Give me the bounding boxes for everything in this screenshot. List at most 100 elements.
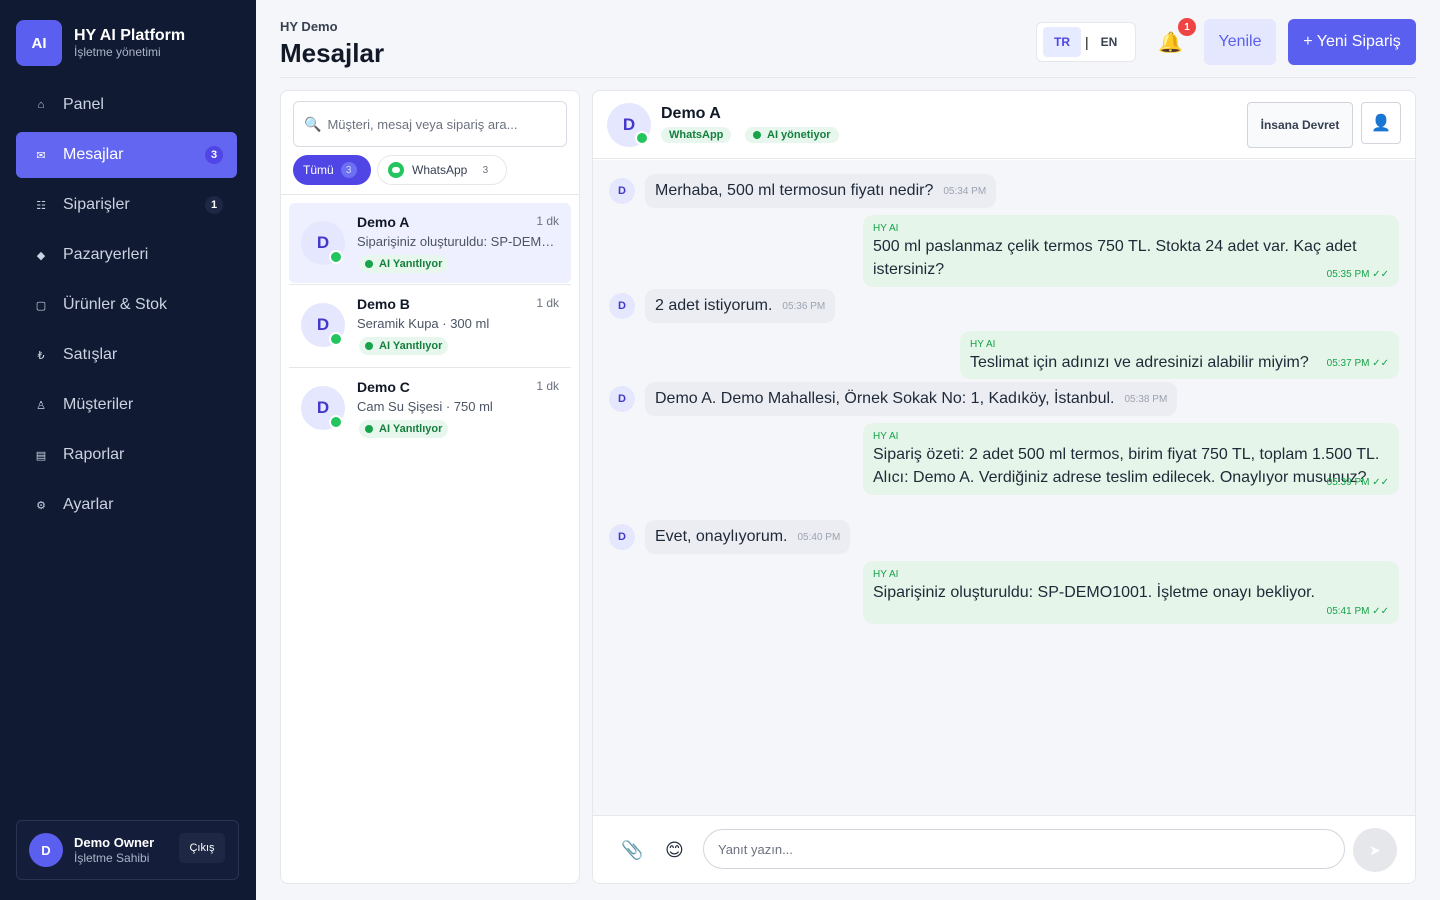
avatar: D	[609, 178, 635, 204]
channel-badge: WhatsApp	[661, 127, 732, 143]
gear-icon: ⚙	[36, 499, 46, 512]
sidebar-item-label: Ayarlar	[63, 496, 114, 513]
brand: AI HY AI Platform İşletme yönetimi	[16, 20, 185, 66]
conversation-preview: Seramik Kupa · 300 ml	[357, 316, 490, 331]
message-text: Demo A. Demo Mahallesi, Örnek Sokak No: …	[655, 390, 1115, 407]
conversation-time: 1 dk	[536, 296, 559, 310]
conversation-item[interactable]: D Demo A 1 dk Siparişiniz oluşturuldu: S…	[289, 203, 571, 283]
breadcrumb: HY Demo	[280, 19, 338, 34]
whatsapp-icon	[329, 332, 343, 346]
ai-status-label: AI Yanıtlıyor	[379, 258, 443, 270]
whatsapp-icon	[329, 250, 343, 264]
list-divider	[281, 194, 579, 195]
sidebar-item-raporlar[interactable]: ▤ Raporlar	[16, 432, 237, 478]
incoming-message: D 2 adet istiyorum. 05:36 PM	[609, 289, 836, 323]
filter-whatsapp-chip[interactable]: WhatsApp 3	[377, 155, 507, 185]
new-order-button[interactable]: + Yeni Sipariş	[1288, 19, 1416, 65]
incoming-message: D Evet, onaylıyorum. 05:40 PM	[609, 520, 851, 554]
conversation-name: Demo A	[357, 214, 410, 230]
search-icon: 🔍	[304, 115, 322, 132]
sidebar-item-urunler-stok[interactable]: ▢ Ürünler & Stok	[16, 282, 237, 328]
conversation-time: 1 dk	[536, 379, 559, 393]
avatar: D	[29, 833, 63, 867]
sidebar-item-siparisler[interactable]: ☷ Siparişler 1	[16, 182, 237, 228]
sender-label: HY AI	[873, 223, 899, 234]
home-icon: ⌂	[37, 99, 45, 111]
message-composer: 📎 😊 ➤	[593, 815, 1415, 883]
page-title: Mesajlar	[280, 38, 385, 68]
sidebar-item-mesajlar[interactable]: ✉ Mesajlar 3	[16, 132, 237, 178]
list-icon: ☷	[36, 199, 46, 212]
send-icon[interactable]: ➤	[1353, 828, 1397, 872]
messages-count-badge: 3	[205, 146, 223, 164]
ai-status-label: AI yönetiyor	[767, 129, 831, 141]
lang-en-button[interactable]: EN	[1101, 35, 1118, 49]
sidebar-item-musteriler[interactable]: ♙ Müşteriler	[16, 382, 237, 428]
status-dot-icon	[753, 131, 761, 139]
sidebar: AI HY AI Platform İşletme yönetimi ⌂ Pan…	[0, 0, 256, 900]
ai-status-badge: AI Yanıtlıyor	[359, 255, 449, 273]
chat-contact-name: Demo A	[661, 105, 721, 122]
sidebar-nav: ⌂ Panel ✉ Mesajlar 3 ☷ Siparişler 1 ◆ Pa…	[16, 82, 237, 532]
refresh-button[interactable]: Yenile	[1204, 19, 1276, 65]
conversation-preview: Siparişiniz oluşturuldu: SP-DEMO1001. İş…	[357, 234, 557, 249]
search-box: 🔍	[293, 101, 567, 147]
message-time: 05:37 PM ✓✓	[1326, 358, 1389, 369]
search-input[interactable]	[327, 116, 548, 132]
sidebar-item-satislar[interactable]: ₺ Satışlar	[16, 332, 237, 378]
emoji-icon[interactable]: 😊	[665, 840, 684, 861]
status-dot-icon	[365, 425, 373, 433]
brand-title: HY AI Platform	[74, 27, 186, 44]
sidebar-item-label: Siparişler	[63, 196, 130, 213]
sidebar-item-label: Panel	[63, 96, 104, 113]
lang-separator: |	[1085, 34, 1089, 50]
filter-all-chip[interactable]: Tümü 3	[293, 155, 371, 185]
message-thread: D Merhaba, 500 ml termosun fiyatı nedir?…	[593, 160, 1415, 815]
reply-input[interactable]	[718, 841, 1318, 857]
user-name: Demo Owner	[74, 834, 155, 850]
orders-count-badge: 1	[205, 196, 223, 214]
brand-subtitle: İşletme yönetimi	[74, 45, 161, 59]
message-bubble: Merhaba, 500 ml termosun fiyatı nedir? 05…	[645, 174, 997, 208]
avatar: D	[609, 293, 635, 319]
message-text: Merhaba, 500 ml termosun fiyatı nedir?	[655, 182, 934, 199]
conversation-item[interactable]: D Demo B 1 dk Seramik Kupa · 300 ml AI Y…	[289, 285, 571, 365]
chat-panel: D Demo A WhatsApp AI yönetiyor İnsana De…	[592, 90, 1416, 884]
sender-label: HY AI	[873, 431, 899, 442]
lang-tr-button[interactable]: TR	[1043, 27, 1081, 57]
conversation-name: Demo C	[357, 379, 410, 395]
attach-icon[interactable]: 📎	[621, 840, 643, 861]
sidebar-item-ayarlar[interactable]: ⚙ Ayarlar	[16, 482, 237, 528]
user-card: D Demo Owner İşletme Sahibi Çıkış	[16, 820, 239, 880]
ai-status-badge: AI yönetiyor	[745, 127, 839, 143]
language-switcher: TR | EN	[1036, 22, 1136, 62]
logout-button[interactable]: Çıkış	[179, 833, 225, 863]
conversation-item[interactable]: D Demo C 1 dk Cam Su Şişesi · 750 ml AI …	[289, 368, 571, 448]
filter-all-label: Tümü	[303, 163, 334, 177]
sender-label: HY AI	[873, 569, 899, 580]
filter-whatsapp-count: 3	[482, 164, 489, 176]
sidebar-item-panel[interactable]: ⌂ Panel	[16, 82, 237, 128]
envelope-icon: ✉	[36, 149, 46, 162]
status-dot-icon	[365, 260, 373, 268]
incoming-message: D Merhaba, 500 ml termosun fiyatı nedir?…	[609, 174, 997, 208]
sidebar-item-label: Ürünler & Stok	[63, 296, 168, 313]
ai-status-badge: AI Yanıtlıyor	[359, 337, 449, 355]
conversation-time: 1 dk	[536, 214, 559, 228]
chat-header: D Demo A WhatsApp AI yönetiyor İnsana De…	[593, 91, 1415, 159]
sender-label: HY AI	[970, 339, 996, 350]
filter-whatsapp-label: WhatsApp	[412, 163, 468, 177]
message-bubble: 2 adet istiyorum. 05:36 PM	[645, 289, 836, 323]
avatar: D	[609, 524, 635, 550]
bell-icon[interactable]: 🔔	[1158, 30, 1183, 55]
sidebar-item-pazaryerleri[interactable]: ◆ Pazaryerleri	[16, 232, 237, 278]
outgoing-message: HY AI Siparişiniz oluşturuldu: SP-DEMO10…	[863, 561, 1399, 624]
whatsapp-icon	[388, 162, 404, 178]
message-text: Evet, onaylıyorum.	[655, 528, 788, 545]
user-icon: ♙	[36, 399, 46, 412]
person-icon[interactable]: 👤	[1361, 102, 1401, 144]
handoff-to-human-button[interactable]: İnsana Devret	[1247, 102, 1353, 148]
outgoing-message: HY AI Sipariş özeti: 2 adet 500 ml termo…	[863, 423, 1399, 495]
message-time: 05:40 PM	[797, 531, 841, 543]
outgoing-message: HY AI Teslimat için adınızı ve adresiniz…	[960, 331, 1399, 379]
